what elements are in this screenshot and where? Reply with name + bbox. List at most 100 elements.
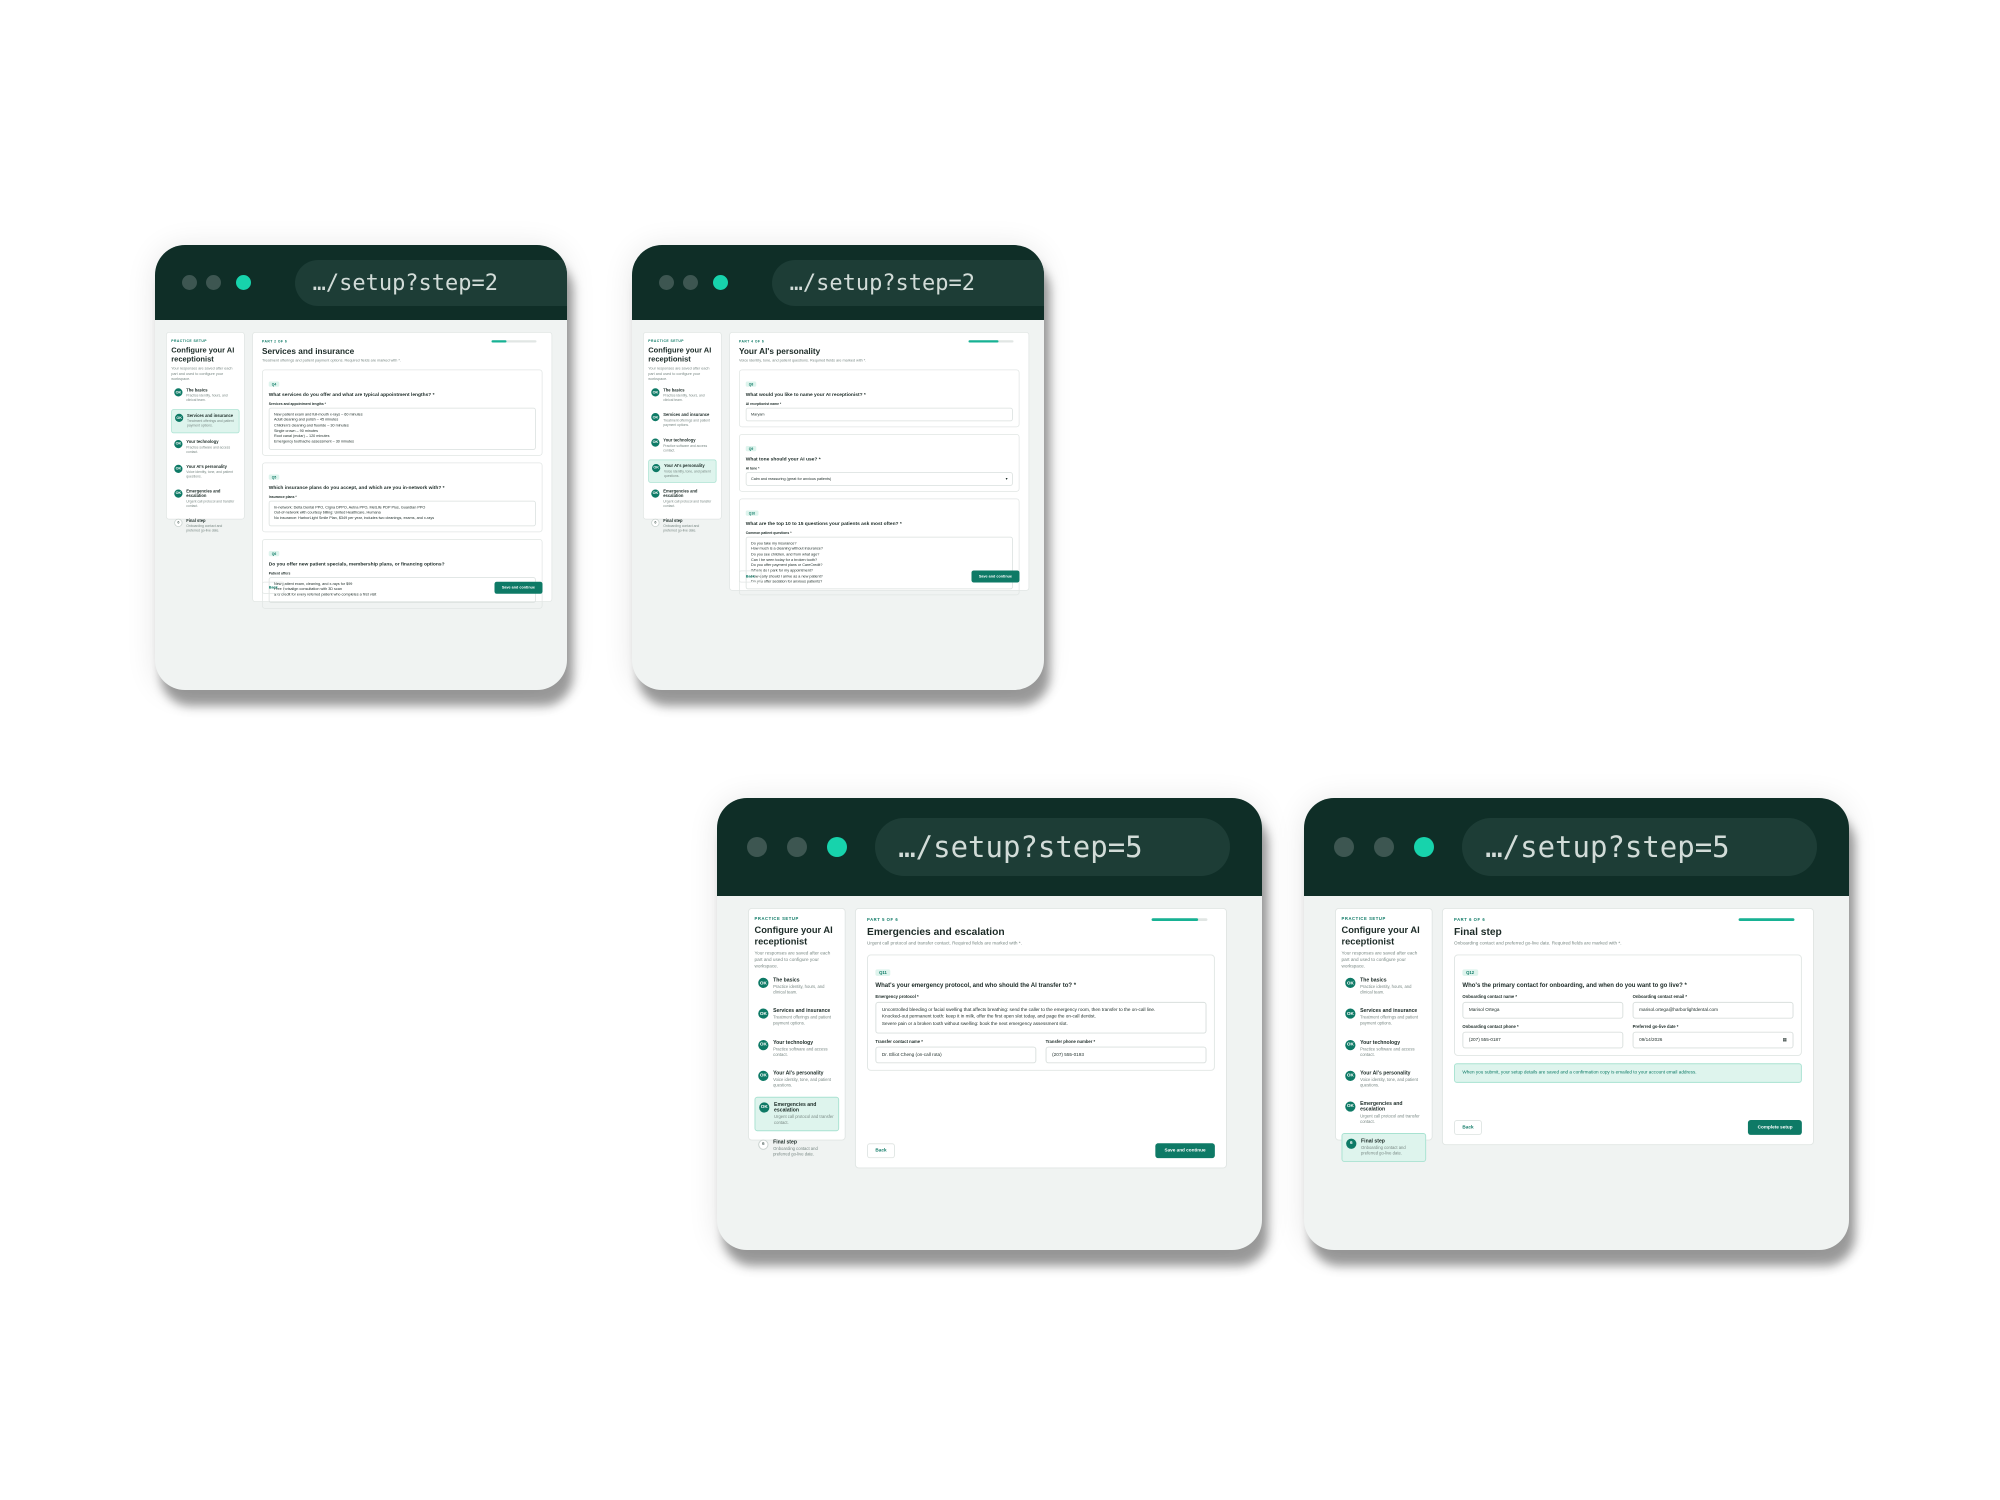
- step-title: Your AI's personality: [772, 1070, 824, 1076]
- step-status-icon: OK: [175, 414, 184, 423]
- step-description: Treatment offerings and patient payment …: [772, 1015, 831, 1026]
- sidebar-step[interactable]: OK The basics Practice identity, hours, an…: [1341, 973, 1426, 1000]
- address-bar[interactable]: …/setup?step=5: [875, 818, 1230, 876]
- step-status-icon: 6: [757, 1139, 769, 1150]
- sidebar-step[interactable]: OK Your technology Practice software and a…: [171, 436, 239, 458]
- field-label: Transfer contact name *: [875, 1039, 923, 1044]
- sidebar-step[interactable]: OK Services and insurance Treatment offeri…: [754, 1004, 839, 1031]
- text-field[interactable]: marisol.ortega@harborlightdental.com: [1632, 1001, 1794, 1019]
- window-dot-minimize[interactable]: [1374, 837, 1394, 857]
- window-dot-minimize[interactable]: [682, 275, 698, 290]
- textarea-field[interactable]: Uncontrolled bleeding or facial swelling…: [875, 1001, 1207, 1034]
- sidebar-step[interactable]: OK Emergencies and escalation Urgent call …: [648, 486, 716, 512]
- sidebar-eyebrow: PRACTICE SETUP: [754, 916, 799, 922]
- step-description: Practice identity, hours, and clinical t…: [1359, 984, 1412, 995]
- back-button[interactable]: Back: [1453, 1120, 1482, 1135]
- text-field[interactable]: Maryam: [745, 407, 1013, 422]
- sidebar-description: Your responses are saved after each part…: [171, 366, 233, 382]
- field-value: marisol.ortega@harborlightdental.com: [1638, 1007, 1718, 1014]
- sidebar-step[interactable]: OK Services and insurance Treatment offeri…: [171, 409, 240, 433]
- window-dot-active[interactable]: [712, 275, 728, 290]
- complete-setup-button[interactable]: Complete setup: [1748, 1120, 1802, 1135]
- textarea-field[interactable]: In-network: Delta Dental PPO, Cigna DPPO…: [268, 500, 536, 526]
- window-dot-minimize[interactable]: [787, 837, 807, 857]
- form-field: Preferred go-live date * 09/14/2026 ▦: [1632, 1019, 1794, 1049]
- step-title: Final step: [186, 518, 206, 524]
- form-field: Onboarding contact email * marisol.ortega…: [1632, 989, 1794, 1019]
- back-button[interactable]: Back: [262, 581, 285, 594]
- sidebar-step[interactable]: OK Emergencies and escalation Urgent call …: [1341, 1097, 1426, 1130]
- browser-titlebar: …/setup?step=2: [632, 245, 1044, 320]
- window-dot-close[interactable]: [747, 837, 767, 857]
- browser-window: …/setup?step=5 PRACTICE SETUP Configure yo…: [1304, 798, 1849, 1250]
- save-and-continue-button[interactable]: Save and continue: [971, 570, 1020, 583]
- sidebar-step[interactable]: OK The basics Practice identity, hours, an…: [171, 385, 239, 407]
- sidebar-step[interactable]: OK Services and insurance Treatment offeri…: [1341, 1004, 1426, 1031]
- save-and-continue-button[interactable]: Save and continue: [494, 581, 543, 594]
- setup-sidebar: PRACTICE SETUP Configure your AI receptio…: [1334, 908, 1433, 1162]
- textarea-field[interactable]: New patient exam and full-mouth x-rays –…: [268, 407, 536, 450]
- step-text: Emergencies and escalation Urgent call pr…: [663, 489, 713, 508]
- window-dot-minimize[interactable]: [205, 275, 221, 290]
- sidebar-description: Your responses are saved after each part…: [754, 950, 831, 969]
- back-button[interactable]: Back: [866, 1143, 895, 1159]
- setup-page: PRACTICE SETUP Configure your AI receptio…: [1334, 908, 1819, 1250]
- form-field: Onboarding contact name * Marisol Ortega: [1462, 989, 1623, 1019]
- address-bar[interactable]: …/setup?step=2: [772, 260, 1044, 306]
- window-dot-close[interactable]: [181, 275, 197, 290]
- sidebar-step[interactable]: 6 Final step Onboarding contact and prefer…: [648, 515, 716, 537]
- question-text: What services do you offer and what are …: [268, 392, 435, 398]
- sidebar-step[interactable]: OK Your technology Practice software and a…: [754, 1035, 839, 1062]
- text-field[interactable]: (207) 555-0193: [1045, 1046, 1207, 1064]
- step-text: Emergencies and escalation Urgent call pr…: [774, 1102, 834, 1125]
- sidebar-step[interactable]: OK The basics Practice identity, hours, an…: [648, 385, 716, 407]
- window-dot-close[interactable]: [658, 275, 674, 290]
- step-status-icon: OK: [1344, 1070, 1356, 1081]
- setup-page: PRACTICE SETUP Configure your AI receptio…: [747, 908, 1232, 1250]
- field-value: Dr. Elliot Cheng (on-call rota): [881, 1052, 942, 1058]
- sidebar-step[interactable]: OK The basics Practice identity, hours, an…: [754, 973, 839, 1000]
- step-text: Your technology Practice software and acc…: [186, 440, 236, 454]
- window-dot-close[interactable]: [1334, 837, 1354, 857]
- text-field[interactable]: Dr. Elliot Cheng (on-call rota): [875, 1046, 1036, 1064]
- sidebar-step[interactable]: OK Your AI's personality Voice identity, t…: [171, 461, 239, 483]
- sidebar-step[interactable]: OK Your AI's personality Voice identity, t…: [754, 1066, 839, 1093]
- back-button[interactable]: Back: [739, 570, 762, 583]
- sidebar-step[interactable]: 6 Final step Onboarding contact and prefer…: [1341, 1132, 1426, 1162]
- sidebar-step[interactable]: OK Services and insurance Treatment offeri…: [648, 410, 716, 432]
- field-label: Common patient questions *: [745, 530, 792, 535]
- sidebar-step[interactable]: OK Emergencies and escalation Urgent call …: [754, 1096, 839, 1132]
- form-card: PART 5 OF 6 Emergencies and escalation Urg…: [854, 908, 1227, 1169]
- save-and-continue-button[interactable]: Save and continue: [1154, 1143, 1215, 1159]
- window-dot-active[interactable]: [1414, 837, 1434, 857]
- form-card: PART 2 OF 6 Services and insurance Treatme…: [252, 332, 553, 609]
- field-label: Insurance plans *: [268, 494, 297, 499]
- field-value: Calm and reassuring (great for anxious p…: [751, 476, 832, 482]
- select-field[interactable]: Calm and reassuring (great for anxious p…: [745, 472, 1013, 486]
- sidebar-step[interactable]: OK Emergencies and escalation Urgent call …: [171, 486, 239, 512]
- window-dot-active[interactable]: [827, 837, 847, 857]
- sidebar-step[interactable]: OK Your AI's personality Voice identity, t…: [1341, 1066, 1426, 1093]
- sidebar-step[interactable]: OK Your AI's personality Voice identity, t…: [648, 459, 717, 483]
- question-text: What tone should your AI use? *: [745, 456, 821, 462]
- window-dot-active[interactable]: [235, 275, 251, 290]
- form-field: AI receptionist name * Maryam: [745, 402, 1013, 422]
- sidebar-title: Configure your AI receptionist: [171, 346, 235, 364]
- address-bar[interactable]: …/setup?step=2: [295, 260, 567, 306]
- step-status-icon: OK: [1344, 1008, 1356, 1020]
- step-description: Treatment offerings and patient payment …: [187, 419, 234, 428]
- step-description: Practice software and access contact.: [186, 444, 231, 454]
- page-subtitle: Voice identity, tone, and patient questi…: [739, 358, 867, 363]
- step-description: Onboarding contact and preferred go-live…: [1360, 1145, 1406, 1156]
- sidebar-step[interactable]: OK Your technology Practice software and a…: [648, 434, 716, 456]
- form-field: Transfer phone number * (207) 555-0193: [1045, 1034, 1207, 1064]
- date-field[interactable]: 09/14/2026 ▦: [1632, 1031, 1794, 1049]
- text-field[interactable]: Marisol Ortega: [1462, 1001, 1623, 1019]
- text-field[interactable]: (207) 555-0187: [1462, 1031, 1623, 1049]
- address-bar[interactable]: …/setup?step=5: [1462, 818, 1817, 876]
- step-title: Your technology: [663, 438, 696, 443]
- step-description: Practice software and access contact.: [663, 443, 708, 452]
- sidebar-step[interactable]: OK Your technology Practice software and a…: [1341, 1035, 1426, 1062]
- sidebar-step[interactable]: 6 Final step Onboarding contact and prefer…: [754, 1135, 839, 1162]
- sidebar-step[interactable]: 6 Final step Onboarding contact and prefer…: [171, 515, 239, 537]
